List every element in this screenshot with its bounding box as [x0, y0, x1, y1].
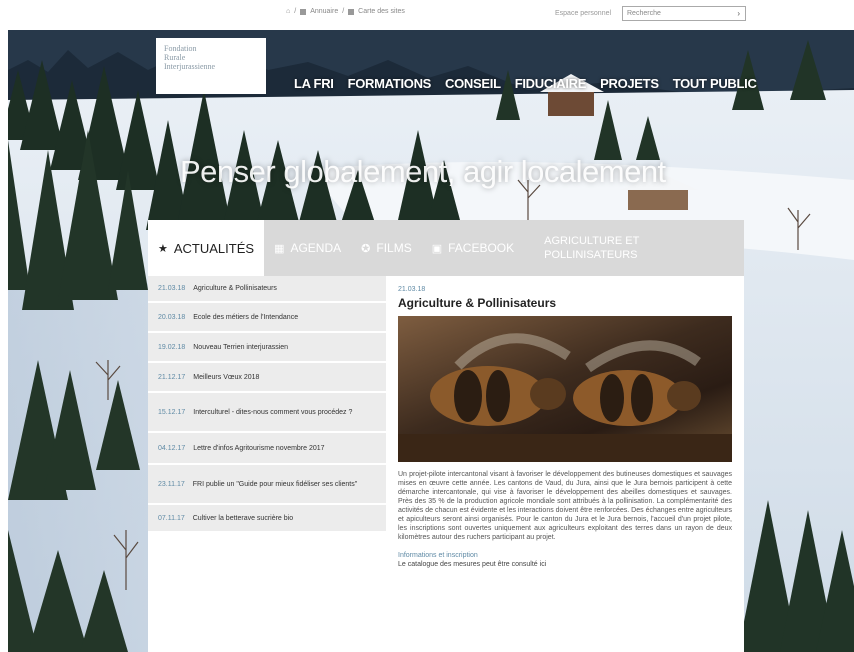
content-panel: ★ ACTUALITÉS ▦ AGENDA ✪ FILMS ▣ FACEBOOK…	[148, 220, 744, 652]
news-title: Ecole des métiers de l'Intendance	[193, 313, 299, 321]
hero-slogan: Penser globalement, agir localement	[180, 154, 666, 189]
news-date: 19.02.18	[158, 343, 186, 351]
article-title: Agriculture & Pollinisateurs	[398, 296, 557, 310]
news-date: 15.12.17	[158, 408, 186, 416]
search-input[interactable]: Recherche ›	[622, 6, 746, 21]
logo-line-1: Fondation	[164, 44, 197, 53]
news-title: Cultiver la betterave sucrière bio	[192, 514, 294, 522]
news-title: Nouveau Terrien interjurassien	[193, 343, 289, 351]
news-title: FRI publie un "Guide pour mieux fidélise…	[192, 480, 358, 488]
news-list: 21.03.18 Agriculture & Pollinisateurs 20…	[148, 276, 386, 533]
list-item[interactable]: 19.02.18 Nouveau Terrien interjurassien	[148, 333, 386, 363]
news-title: Agriculture & Pollinisateurs	[193, 285, 277, 292]
article-more-link[interactable]: Le catalogue des mesures peut être consu…	[398, 561, 732, 568]
sitemap-icon	[348, 8, 355, 15]
facebook-icon: ▣	[431, 242, 443, 255]
news-title: Lettre d'infos Agritourisme novembre 201…	[193, 444, 325, 452]
list-item[interactable]: 23.11.17 FRI publie un "Guide pour mieux…	[148, 465, 386, 505]
sitemap-link[interactable]: Carte des sites	[358, 8, 405, 15]
tab-facebook[interactable]: ▣ FACEBOOK	[421, 220, 525, 276]
search-placeholder: Recherche	[627, 10, 661, 17]
news-date: 04.12.17	[158, 444, 186, 452]
list-item[interactable]: 07.11.17 Cultiver la betterave sucrière …	[148, 505, 386, 533]
nav-fiduciaire[interactable]: FIDUCIAIRE	[515, 76, 587, 91]
news-title: Interculturel - dites-nous comment vous …	[193, 408, 353, 416]
nav-projets[interactable]: PROJETS	[600, 76, 659, 91]
main-navigation: LA FRI FORMATIONS CONSEIL FIDUCIAIRE PRO…	[294, 76, 757, 91]
directory-icon	[300, 8, 307, 15]
bees-image	[398, 316, 732, 462]
home-icon[interactable]: ⌂	[286, 8, 290, 15]
list-item[interactable]: 20.03.18 Ecole des métiers de l'Intendan…	[148, 303, 386, 333]
top-utility-bar: ⌂ / Annuaire / Carte des sites Espace pe…	[0, 0, 854, 30]
logo-line-2: Rurale	[164, 53, 186, 62]
logo-line-3: Interjurassienne	[164, 62, 216, 71]
list-item[interactable]: 15.12.17 Interculturel - dites-nous comm…	[148, 393, 386, 433]
site-logo[interactable]: Fondation Rurale Interjurassienne	[156, 38, 266, 94]
nav-formations[interactable]: FORMATIONS	[348, 76, 432, 91]
article-body: Un projet-pilote intercantonal visant à …	[398, 471, 732, 541]
list-item[interactable]: 21.12.17 Meilleurs Vœux 2018	[148, 363, 386, 393]
article-date: 21.03.18	[398, 286, 426, 293]
news-date: 07.11.17	[158, 514, 185, 522]
tab-facebook-label: FACEBOOK	[448, 241, 515, 255]
directory-link[interactable]: Annuaire	[310, 8, 338, 15]
list-item[interactable]: 21.03.18 Agriculture & Pollinisateurs	[148, 276, 386, 303]
tab-films[interactable]: ✪ FILMS	[351, 220, 422, 276]
news-date: 20.03.18	[158, 313, 186, 321]
tab-actualites-label: ACTUALITÉS	[173, 240, 255, 256]
nav-conseil[interactable]: CONSEIL	[445, 76, 501, 91]
news-date: 23.11.17	[158, 480, 185, 488]
list-item[interactable]: 04.12.17 Lettre d'infos Agritourisme nov…	[148, 433, 386, 465]
film-icon: ✪	[361, 242, 371, 255]
featured-article: 21.03.18 Agriculture & Pollinisateurs Un…	[398, 286, 732, 568]
nav-tout-public[interactable]: TOUT PUBLIC	[673, 76, 757, 91]
news-title: Meilleurs Vœux 2018	[193, 373, 260, 381]
tab-films-label: FILMS	[376, 241, 412, 255]
bees-illustration	[398, 333, 732, 462]
tab-agenda[interactable]: ▦ AGENDA	[264, 220, 352, 276]
star-icon: ★	[158, 242, 168, 255]
article-more-heading: Informations et inscription	[398, 552, 478, 559]
news-date: 21.12.17	[158, 373, 186, 381]
calendar-icon: ▦	[274, 242, 285, 255]
tab-actualites[interactable]: ★ ACTUALITÉS	[148, 220, 265, 276]
news-date: 21.03.18	[158, 285, 186, 292]
utility-links: ⌂ / Annuaire / Carte des sites	[286, 8, 405, 15]
tab-agriculture-pollinisateurs[interactable]: AGRICULTURE ET POLLINISATEURS	[524, 220, 693, 276]
tab-agenda-label: AGENDA	[290, 241, 342, 255]
tab-agriculture-label: AGRICULTURE ET POLLINISATEURS	[544, 235, 640, 261]
nav-la-fri[interactable]: LA FRI	[294, 76, 334, 91]
search-go-icon[interactable]: ›	[737, 9, 740, 18]
personal-space-link[interactable]: Espace personnel	[555, 10, 611, 17]
content-tabs: ★ ACTUALITÉS ▦ AGENDA ✪ FILMS ▣ FACEBOOK…	[148, 220, 744, 276]
